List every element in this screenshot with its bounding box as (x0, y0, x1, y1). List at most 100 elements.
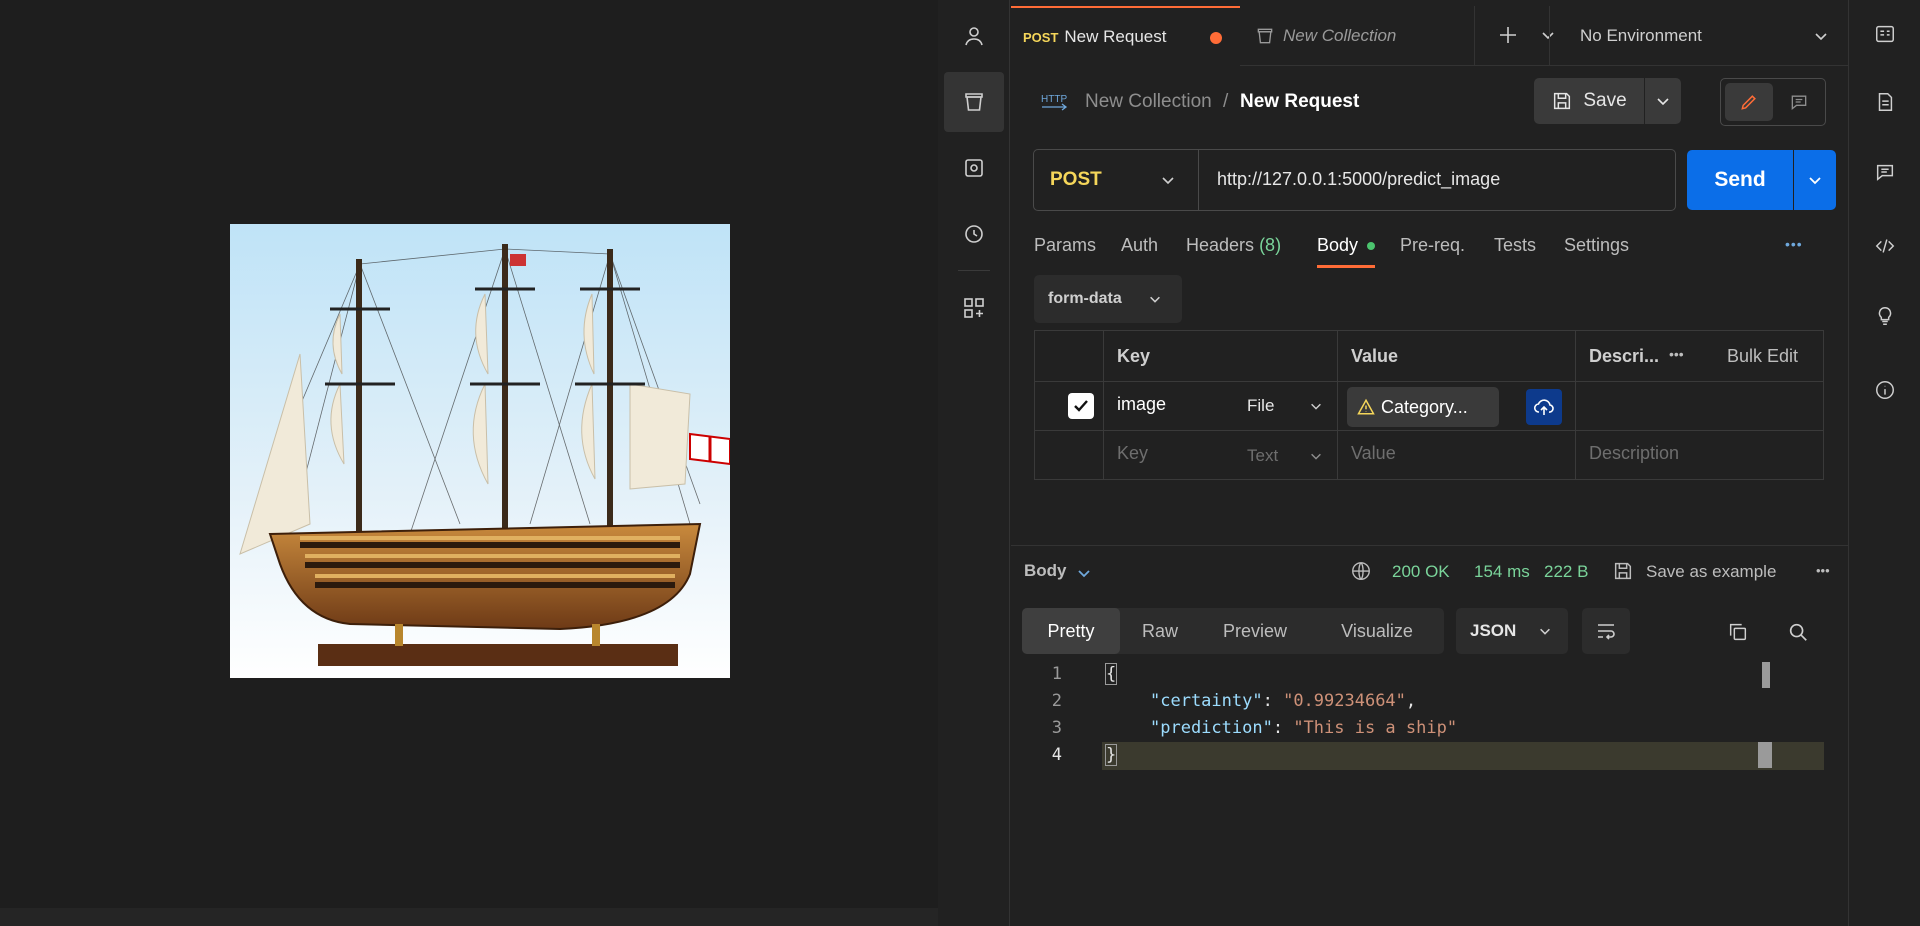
info-icon[interactable] (1865, 370, 1905, 410)
response-body-select[interactable]: Body (1024, 561, 1067, 581)
line-number: 4 (1051, 745, 1062, 765)
json-key: "prediction" (1150, 718, 1273, 738)
left-sidebar (938, 0, 1010, 926)
tab-tests[interactable]: Tests (1494, 235, 1536, 256)
chevron-down-icon (1815, 33, 1827, 41)
json-value: "This is a ship" (1293, 718, 1458, 738)
param-key[interactable]: image (1117, 394, 1166, 415)
new-tab-plus-icon[interactable] (1493, 20, 1523, 50)
chevron-down-icon[interactable] (1076, 565, 1092, 581)
body-active-dot (1367, 242, 1376, 251)
wrap-lines-icon[interactable] (1582, 608, 1630, 654)
response-body-label: Body (1024, 561, 1067, 580)
tab-new-request[interactable]: POST New Request (1011, 6, 1240, 66)
json-brace: } (1104, 744, 1118, 766)
new-description-input[interactable]: Description (1589, 443, 1679, 464)
response-divider[interactable] (1011, 545, 1848, 546)
column-description: Descri... (1589, 346, 1660, 366)
new-type-label: Text (1247, 446, 1279, 465)
right-sidebar (1848, 0, 1920, 926)
method-select[interactable]: POST (1034, 150, 1199, 210)
svg-text:HTTP: HTTP (1041, 94, 1067, 105)
documentation-icon[interactable] (1865, 82, 1905, 122)
scrollbar-thumb[interactable] (1762, 662, 1770, 688)
line-number: 2 (1051, 691, 1062, 711)
new-key-input[interactable]: Key (1117, 443, 1148, 464)
column-key: Key (1117, 346, 1151, 366)
json-comma: , (1405, 691, 1417, 711)
param-type-select[interactable]: File (1247, 391, 1333, 421)
view-pretty[interactable]: Pretty (1022, 608, 1120, 654)
json-line: "certainty": "0.99234664", (1150, 691, 1417, 711)
response-editor[interactable]: 1 { 2 "certainty": "0.99234664", 3 "pred… (1022, 660, 1834, 770)
body-tab-underline (1317, 265, 1375, 268)
globe-icon[interactable] (1350, 560, 1372, 582)
user-icon[interactable] (944, 6, 1004, 66)
view-visualize[interactable]: Visualize (1310, 608, 1444, 654)
chevron-down-icon (1311, 453, 1321, 460)
tab-settings[interactable]: Settings (1564, 235, 1629, 256)
headers-count: (8) (1259, 235, 1282, 255)
body-type-select[interactable]: form-data (1034, 275, 1182, 323)
json-value: "0.99234664" (1283, 691, 1406, 711)
line-number: 1 (1051, 664, 1062, 684)
json-key: "certainty" (1150, 691, 1263, 711)
breadcrumb-request[interactable]: New Request (1240, 91, 1359, 113)
new-type-select[interactable]: Text (1247, 441, 1333, 471)
image-viewer (0, 0, 938, 926)
environments-icon[interactable] (944, 138, 1004, 198)
tab-auth[interactable]: Auth (1121, 235, 1158, 256)
tab-body-label: Body (1317, 235, 1359, 255)
add-workspace-icon[interactable] (944, 278, 1004, 338)
lightbulb-icon[interactable] (1865, 296, 1905, 336)
column-more-icon[interactable]: ••• (1669, 346, 1684, 362)
unsaved-dot (1210, 32, 1222, 44)
environment-select[interactable]: No Environment (1549, 6, 1847, 66)
chevron-down-icon (1150, 296, 1160, 303)
tab-params[interactable]: Params (1034, 235, 1096, 256)
copy-icon[interactable] (1718, 612, 1758, 652)
response-size[interactable]: 222 B (1544, 562, 1588, 582)
save-dropdown-button[interactable] (1645, 78, 1681, 124)
row-enabled-checkbox[interactable] (1068, 393, 1094, 419)
format-select[interactable]: JSON (1456, 608, 1568, 654)
view-raw[interactable]: Raw (1120, 608, 1200, 654)
tab-new-collection[interactable]: New Collection (1241, 6, 1475, 66)
tab-body[interactable]: Body (1317, 235, 1376, 256)
search-icon[interactable] (1778, 612, 1818, 652)
send-button[interactable]: Send (1687, 150, 1793, 210)
chevron-down-icon (1540, 628, 1550, 635)
column-value: Value (1351, 346, 1399, 366)
save-label: Save (1583, 90, 1627, 111)
view-preview[interactable]: Preview (1200, 608, 1310, 654)
json-line: "prediction": "This is a ship" (1150, 718, 1458, 738)
response-more-icon[interactable]: ••• (1816, 563, 1830, 578)
viewer-status-bar (0, 908, 938, 926)
format-label: JSON (1470, 621, 1517, 640)
new-value-input[interactable]: Value (1351, 443, 1396, 464)
current-line-highlight (1102, 742, 1824, 770)
code-icon[interactable] (1865, 226, 1905, 266)
more-options-icon[interactable]: ••• (1785, 236, 1803, 252)
ship-image (230, 224, 730, 678)
url-input[interactable]: http://127.0.0.1:5000/predict_image (1217, 169, 1500, 190)
save-button[interactable]: Save (1534, 78, 1644, 124)
comment-view-icon[interactable] (1775, 83, 1823, 121)
breadcrumb-collection[interactable]: New Collection (1085, 91, 1212, 113)
workspace-settings-icon[interactable] (1865, 14, 1905, 54)
comments-icon[interactable] (1865, 152, 1905, 192)
edit-pencil-icon[interactable] (1725, 83, 1773, 121)
status-code[interactable]: 200 OK (1392, 562, 1450, 582)
save-as-example-button[interactable]: Save as example (1646, 562, 1776, 582)
cloud-upload-icon[interactable] (1526, 389, 1562, 425)
bulk-edit-link[interactable]: Bulk Edit (1727, 346, 1798, 367)
json-brace: { (1104, 663, 1118, 685)
tab-headers[interactable]: Headers (8) (1186, 235, 1281, 256)
response-time[interactable]: 154 ms (1474, 562, 1530, 582)
send-dropdown-button[interactable] (1794, 150, 1836, 210)
history-icon[interactable] (944, 204, 1004, 264)
tab-prereq[interactable]: Pre-req. (1400, 235, 1465, 256)
file-select-button[interactable]: Category... (1347, 387, 1499, 427)
collections-icon[interactable] (944, 72, 1004, 132)
chevron-down-icon (1162, 177, 1174, 185)
